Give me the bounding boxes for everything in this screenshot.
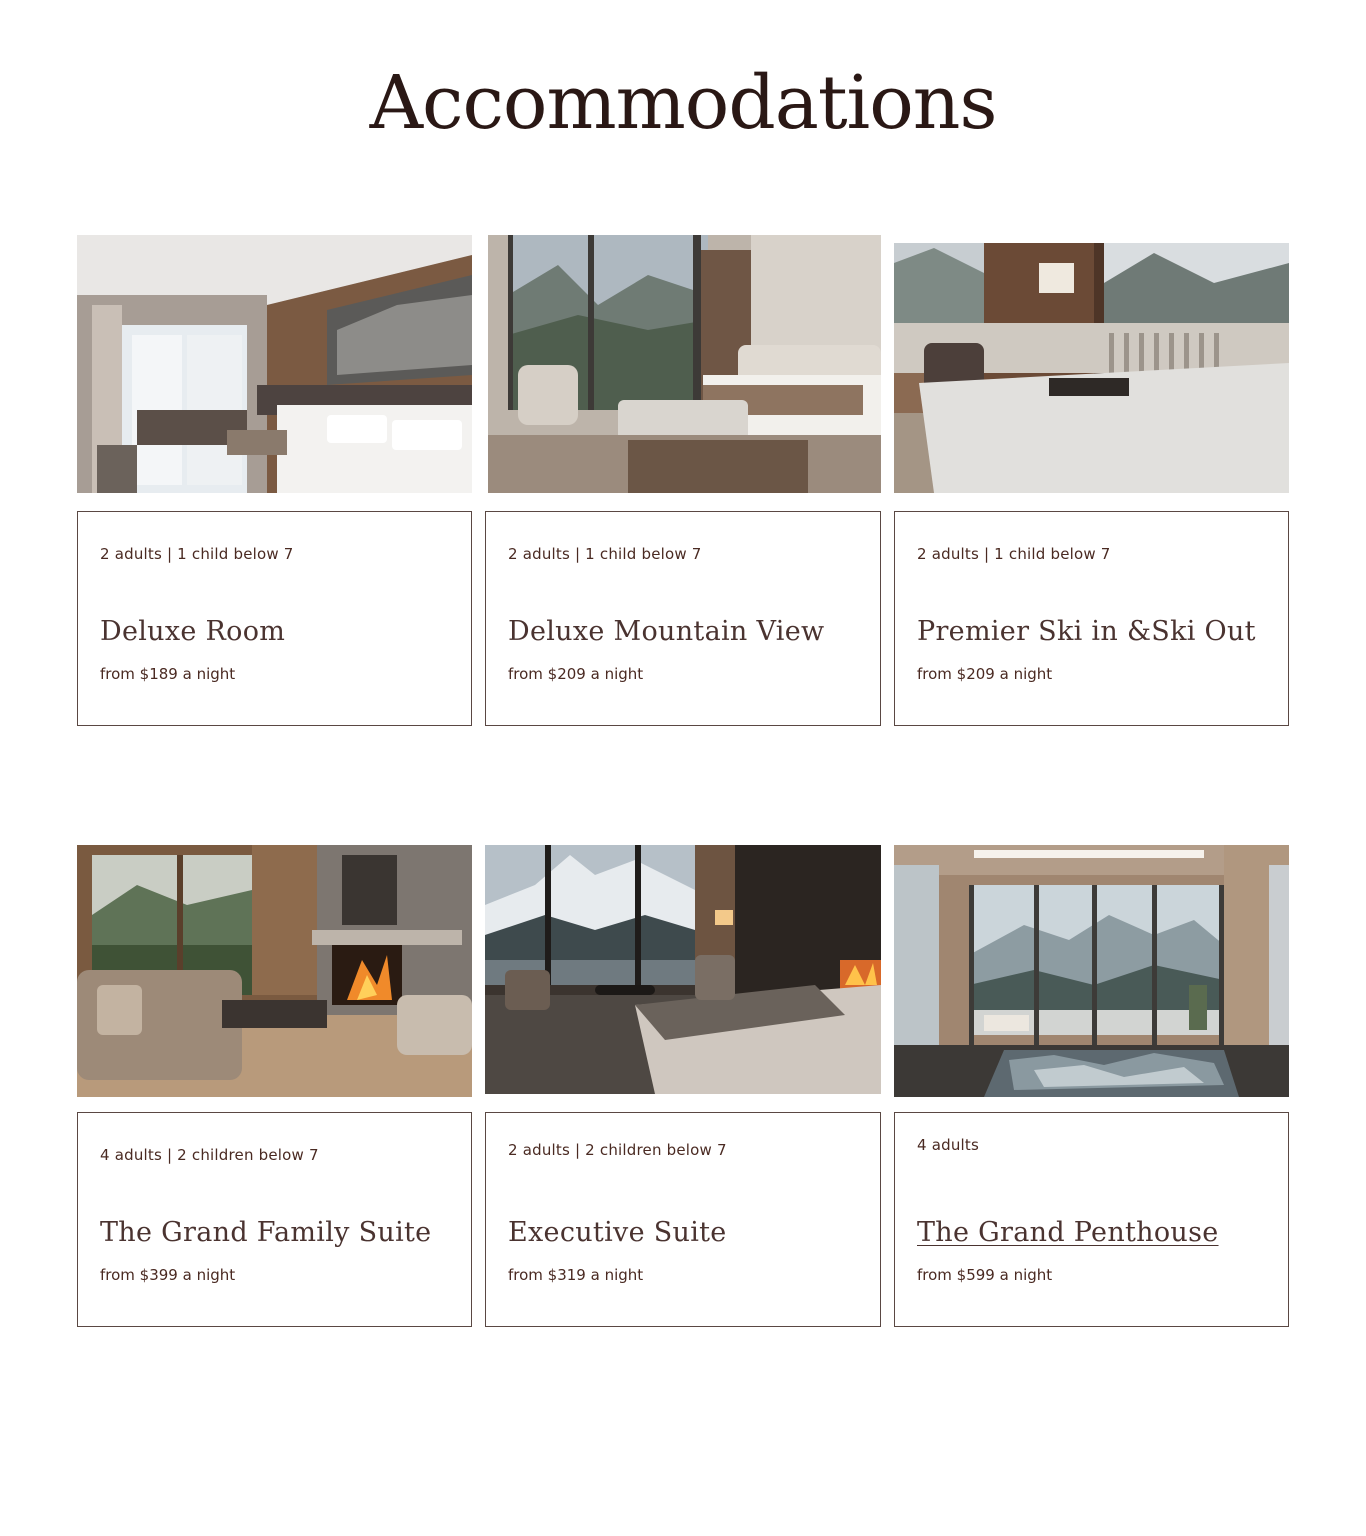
living-room-fireplace-photo-icon	[77, 845, 472, 1097]
room-occupancy: 4 adults	[917, 1136, 979, 1154]
room-name-link[interactable]: The Grand Family Suite	[100, 1217, 431, 1248]
penthouse-pool-photo-icon	[894, 845, 1289, 1097]
room-card-grand-family-suite[interactable]: 4 adults | 2 children below 7 The Grand …	[77, 1112, 472, 1327]
room-card-deluxe-mountain-view[interactable]: 2 adults | 1 child below 7 Deluxe Mounta…	[485, 511, 881, 726]
room-photo-premier-ski[interactable]	[894, 243, 1289, 493]
room-card-premier-ski[interactable]: 2 adults | 1 child below 7 Premier Ski i…	[894, 511, 1289, 726]
room-card-executive-suite[interactable]: 2 adults | 2 children below 7 Executive …	[485, 1112, 881, 1327]
bedroom-balcony-photo-icon	[894, 243, 1289, 493]
bedroom-photo-icon	[77, 235, 472, 493]
room-photo-deluxe-mountain-view[interactable]	[488, 235, 881, 493]
room-occupancy: 2 adults | 1 child below 7	[917, 545, 1111, 563]
room-card-deluxe-room[interactable]: 2 adults | 1 child below 7 Deluxe Room f…	[77, 511, 472, 726]
room-occupancy: 2 adults | 1 child below 7	[508, 545, 702, 563]
room-occupancy: 2 adults | 2 children below 7	[508, 1141, 727, 1159]
room-name-link[interactable]: Premier Ski in &Ski Out	[917, 616, 1256, 647]
room-name-link[interactable]: The Grand Penthouse	[917, 1217, 1219, 1248]
page-title: Accommodations	[369, 60, 998, 146]
room-price: from $209 a night	[508, 665, 644, 683]
room-photo-grand-penthouse[interactable]	[894, 845, 1289, 1097]
room-price: from $319 a night	[508, 1266, 644, 1284]
room-price: from $189 a night	[100, 665, 236, 683]
room-card-grand-penthouse[interactable]: 4 adults The Grand Penthouse from $599 a…	[894, 1112, 1289, 1327]
room-photo-deluxe-room[interactable]	[77, 235, 472, 493]
room-price: from $399 a night	[100, 1266, 236, 1284]
bedroom-mountain-view-photo-icon	[488, 235, 881, 493]
room-photo-grand-family-suite[interactable]	[77, 845, 472, 1097]
room-name-link[interactable]: Executive Suite	[508, 1217, 727, 1248]
room-price: from $599 a night	[917, 1266, 1053, 1284]
room-occupancy: 2 adults | 1 child below 7	[100, 545, 294, 563]
room-price: from $209 a night	[917, 665, 1053, 683]
room-name-link[interactable]: Deluxe Room	[100, 616, 285, 647]
room-photo-executive-suite[interactable]	[485, 845, 881, 1094]
suite-bedroom-photo-icon	[485, 845, 881, 1094]
room-name-link[interactable]: Deluxe Mountain View	[508, 616, 824, 647]
room-occupancy: 4 adults | 2 children below 7	[100, 1146, 319, 1164]
